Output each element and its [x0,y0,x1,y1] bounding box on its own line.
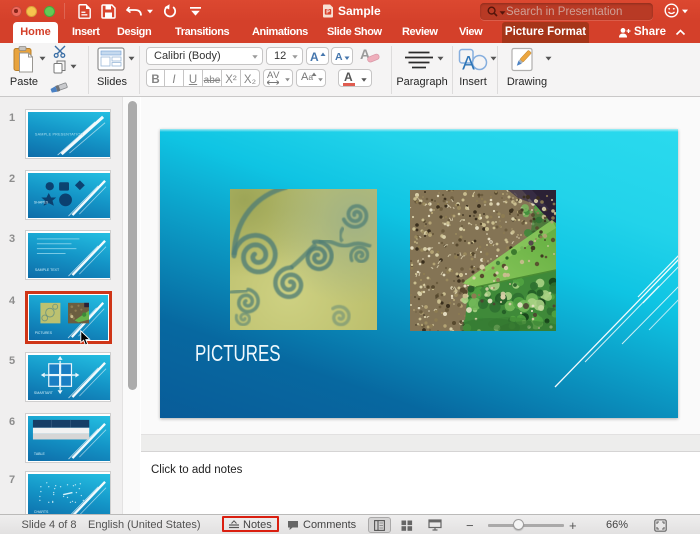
svg-text:SHAPES: SHAPES [34,200,49,204]
svg-text:SMARTART: SMARTART [34,391,54,395]
svg-text:TABLE: TABLE [34,452,46,456]
svg-text:A: A [462,54,475,73]
svg-text:P: P [326,10,330,16]
svg-text:PICTURES: PICTURES [35,331,53,335]
svg-text:SAMPLE PRESENTATION: SAMPLE PRESENTATION [35,132,84,136]
svg-text:SAMPLE TEXT: SAMPLE TEXT [35,268,60,272]
